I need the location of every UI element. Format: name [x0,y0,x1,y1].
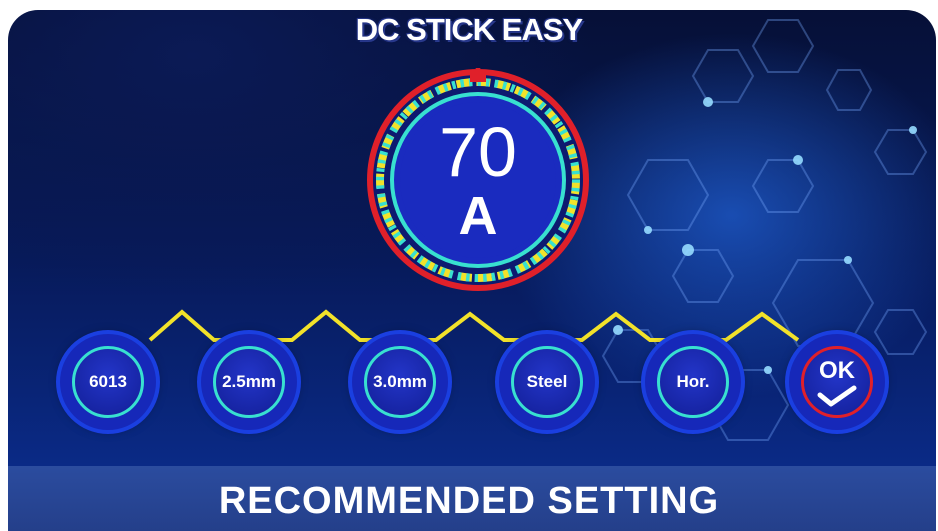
step-label: Hor. [676,372,710,391]
step-label: Steel [526,372,568,391]
footer-label: RECOMMENDED SETTING [218,480,720,522]
step-electrode-type[interactable]: 6013 [60,334,156,430]
step-material-thickness[interactable]: 3.0mm [352,334,448,430]
step-label: 3.0mm [373,372,427,391]
step-label: 6013 [89,372,127,391]
step-electrode-diameter[interactable]: 2.5mm [201,334,297,430]
step-label: 2.5mm [222,372,276,391]
amperage-unit: A [458,186,498,246]
step-weld-position[interactable]: Hor. [645,334,741,430]
check-icon [817,385,857,407]
step-material-type[interactable]: Steel [499,334,595,430]
app-title: DC STICK EASY [355,12,583,47]
amperage-value: 70 [439,113,517,191]
ok-button[interactable]: OK [789,334,885,430]
ok-label: OK [819,357,855,384]
